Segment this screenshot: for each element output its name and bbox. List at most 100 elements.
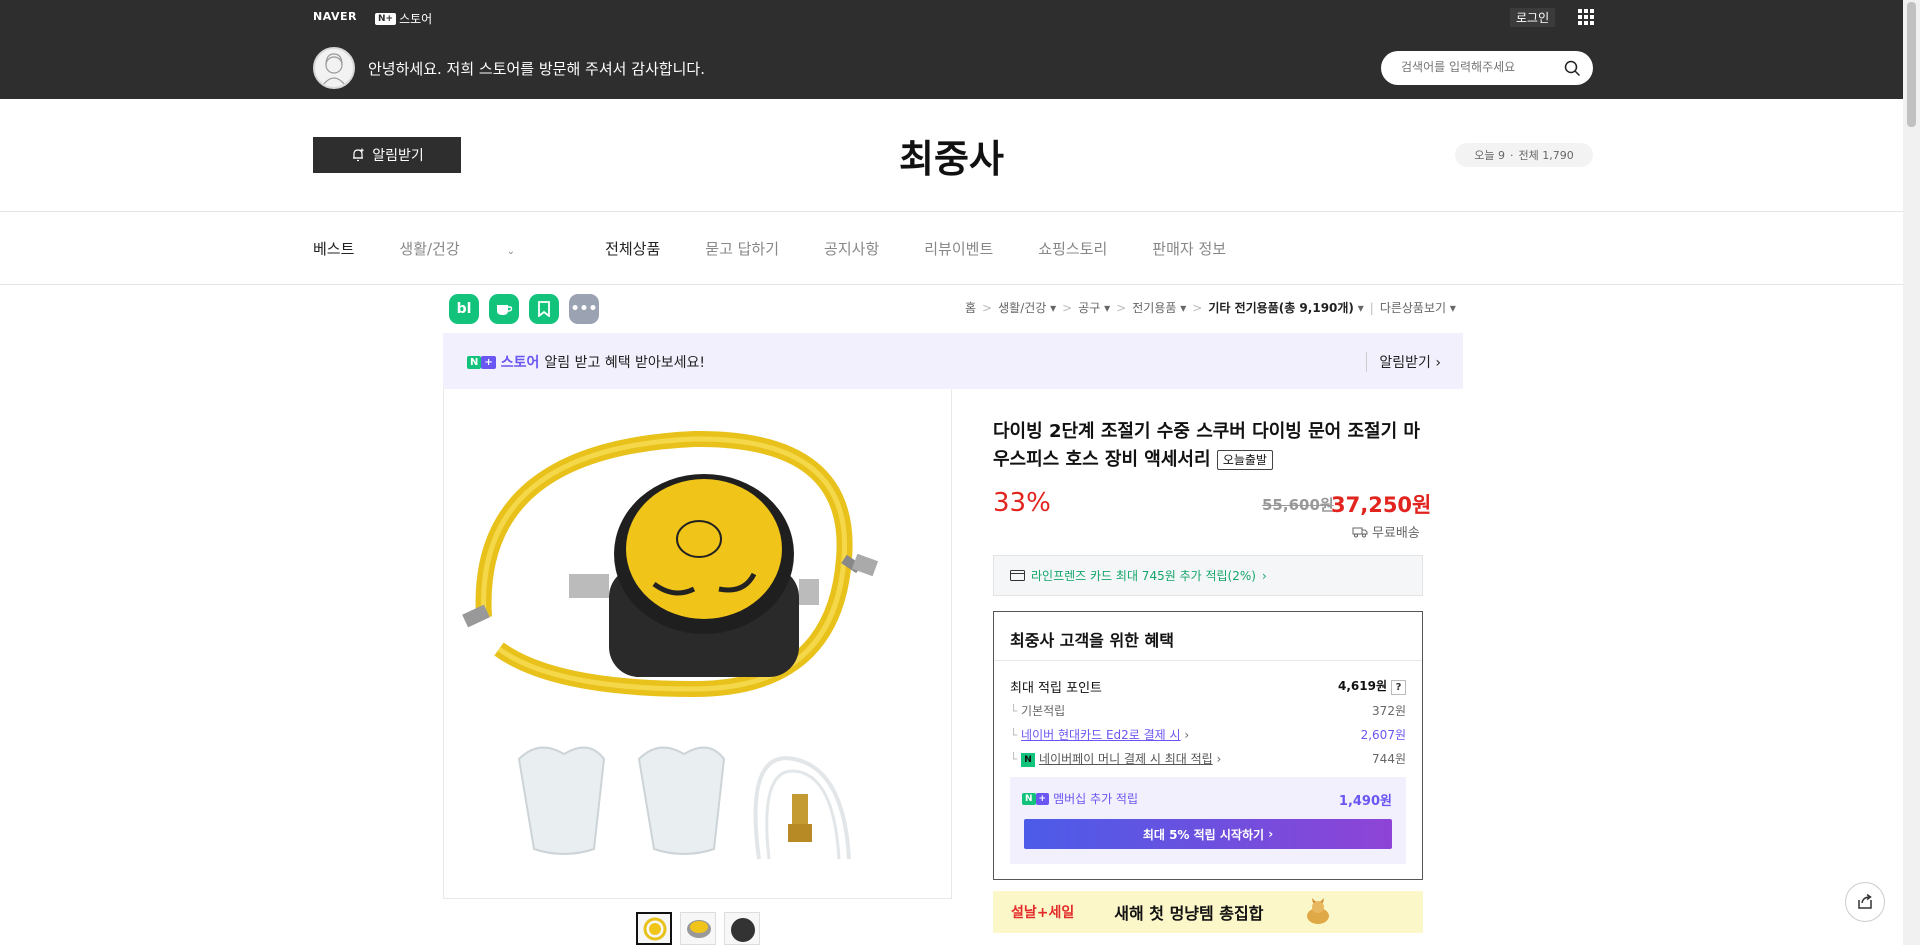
more-share-button[interactable]: ••• [569,294,599,324]
naver-logo[interactable]: NAVER [313,10,357,23]
max-points-row: 최대 적립 포인트 4,619원? [1010,677,1406,696]
search-icon[interactable] [1564,60,1581,77]
nav-item-best[interactable]: 베스트 [313,238,354,259]
chevron-right-icon: › [1261,568,1267,583]
breadcrumb-label: 전기용품 [1132,301,1177,315]
visit-counter: 오늘 9 · 전체 1,790 [1455,143,1593,167]
nplus-store-logo[interactable]: N+ 스토어 [375,10,432,27]
plus-badge: + [481,355,496,369]
nplus-label: 스토어 [399,12,433,26]
breadcrumb-current[interactable]: 기타 전기용품(총 9,190개) ▾ [1208,299,1363,316]
visits-total: 전체 1,790 [1518,149,1574,162]
membership-value: 1,490원 [1338,794,1392,809]
breadcrumb-tools[interactable]: 공구 ▾ [1078,299,1110,316]
thumbnail[interactable] [680,912,716,945]
breadcrumb-sep: > [1192,300,1203,315]
sale-label: 설날+세일 [1011,905,1075,921]
breadcrumb-label: 기타 전기용품(총 9,190개) [1208,301,1354,315]
plus-badge: + [1035,792,1050,805]
points-row-label: └ N 네이버페이 머니 결제 시 최대 적립 › [1010,752,1222,767]
divider [994,660,1422,661]
page-scrollbar[interactable] [1903,0,1920,945]
sale-text: 새해 첫 멍냥템 총집합 [1114,904,1264,923]
truck-icon [1352,527,1368,537]
breadcrumb-home[interactable]: 홈 [965,299,976,316]
nav-item-living-health[interactable]: 생활/건강 ⌄ [399,238,560,259]
nav-label: 생활/건강 [399,240,460,258]
npay-icon: N [1021,752,1036,767]
points-row-value: 744원 [1372,752,1406,766]
top-header [0,0,1903,99]
membership-label-wrap: N + 멤버십 추가 적립 [1022,790,1138,807]
more-icon: ••• [570,301,598,317]
breadcrumb-electric[interactable]: 전기용품 ▾ [1132,299,1186,316]
divider [0,211,1903,212]
breadcrumb-label: 생활/건강 [998,301,1047,315]
card-offer-box[interactable]: 라인프렌즈 카드 최대 745원 추가 적립(2%) › [993,555,1423,596]
benefits-box: 최중사 고객을 위한 혜택 최대 적립 포인트 4,619원? └ 기본적립 3… [993,611,1423,880]
nav-item-shopping-story[interactable]: 쇼핑스토리 [1038,238,1107,259]
points-row[interactable]: └ 네이버 현대카드 Ed2로 결제 시 › 2,607원 [1010,726,1406,743]
nplus-box: N+ [375,12,397,25]
divider [0,284,1903,285]
breadcrumb-sep: | [1369,300,1374,315]
search-box[interactable] [1381,51,1593,85]
help-icon[interactable]: ? [1391,680,1406,695]
breadcrumb-sep: > [1116,300,1127,315]
breadcrumb-label: 공구 [1078,301,1101,315]
login-button[interactable]: 로그인 [1510,8,1556,27]
thumbnail[interactable] [636,912,672,945]
thumbnail-list [636,912,760,945]
scrollbar-thumb[interactable] [1907,2,1916,127]
membership-start-button[interactable]: 최대 5% 적립 시작하기 › [1024,819,1392,849]
benefits-heading: 최중사 고객을 위한 혜택 [1010,631,1174,650]
thumbnail[interactable] [724,912,760,945]
promo-store-word: 스토어 [500,355,540,371]
promo-alarm-link[interactable]: 알림받기 › [1366,352,1441,372]
visits-today: 오늘 9 [1474,149,1505,162]
chevron-down-icon: ⌄ [506,246,516,257]
share-icon [1858,893,1872,909]
card-offer-text: 라인프렌즈 카드 최대 745원 추가 적립(2%) [1031,569,1256,583]
apps-grid-icon[interactable] [1578,9,1594,25]
product-main-image[interactable] [444,389,953,899]
points-row-value: 2,607원 [1360,728,1406,742]
search-input[interactable] [1401,60,1561,74]
floating-share-button[interactable] [1845,882,1885,922]
notify-promo-banner: N + 스토어 알림 받고 혜택 받아보세요! 알림받기 › [443,333,1463,389]
points-row[interactable]: └ N 네이버페이 머니 결제 시 최대 적립 › 744원 [1010,750,1406,767]
breadcrumb-sep: > [1062,300,1073,315]
cafe-share-button[interactable] [489,294,519,324]
store-nav: 베스트 생활/건강 ⌄ 전체상품 묻고 답하기 공지사항 리뷰이벤트 쇼핑스토리 … [313,238,1271,259]
breadcrumb-label: 다른상품보기 [1379,301,1447,315]
nav-item-qna[interactable]: 묻고 답하기 [705,238,779,259]
product-image-area [443,389,952,899]
naver-n-badge: N [1022,792,1036,805]
store-title[interactable]: 최중사 [0,128,1903,183]
nav-item-notice[interactable]: 공지사항 [824,238,879,259]
sale-price: 37,250원 [1331,493,1432,517]
promo-alarm-label: 알림받기 [1379,355,1431,371]
store-avatar [313,47,355,89]
card-icon [1010,570,1025,581]
breadcrumb-other-products[interactable]: 다른상품보기 ▾ [1380,299,1456,316]
sale-banner[interactable]: 설날+세일 새해 첫 멍냥템 총집합 [993,891,1423,933]
bookmark-icon [538,301,550,317]
points-row-label: └ 네이버 현대카드 Ed2로 결제 시 › [1010,728,1190,742]
original-price: 55,600원 [1262,496,1334,514]
nav-item-seller-info[interactable]: 판매자 정보 [1152,238,1226,259]
blog-icon: bl [456,301,472,317]
pet-illustration-icon [1307,898,1330,924]
promo-text: 알림 받고 혜택 받아보세요! [544,355,706,371]
shipping-info: 무료배송 [1352,522,1420,541]
nav-item-review-event[interactable]: 리뷰이벤트 [924,238,993,259]
blog-share-button[interactable]: bl [449,294,479,324]
breadcrumb: 홈 > 생활/건강 ▾ > 공구 ▾ > 전기용품 ▾ > 기타 전기용품(총 … [965,299,1456,316]
points-row-value: 372원 [1372,704,1406,718]
membership-button-label: 최대 5% 적립 시작하기 [1142,827,1265,842]
points-row: └ 기본적립 372원 [1010,702,1406,719]
membership-box: N + 멤버십 추가 적립 1,490원 최대 5% 적립 시작하기 › [1010,777,1406,864]
nav-item-all-products[interactable]: 전체상품 [605,238,660,259]
bookmark-share-button[interactable] [529,294,559,324]
breadcrumb-living[interactable]: 생활/건강 ▾ [998,299,1056,316]
